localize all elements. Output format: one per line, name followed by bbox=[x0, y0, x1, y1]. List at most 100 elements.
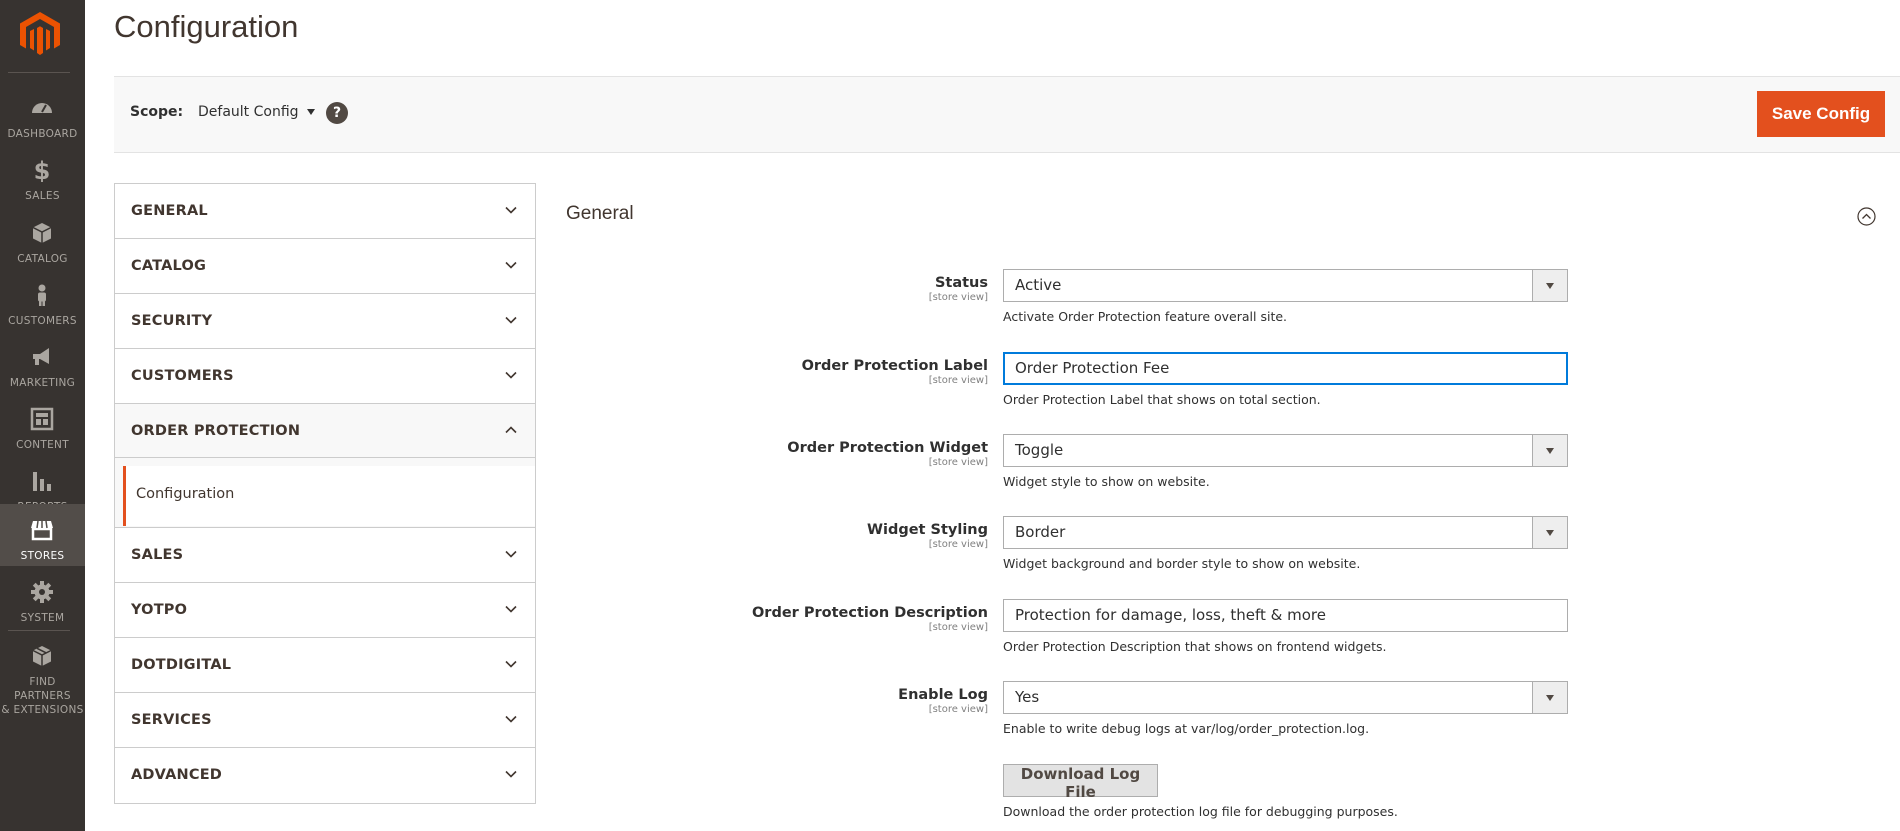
bar-chart-icon bbox=[33, 472, 51, 491]
tab-services[interactable]: SERVICES bbox=[115, 693, 535, 748]
person-icon bbox=[38, 284, 46, 306]
enable-log-select[interactable]: Yes bbox=[1003, 681, 1568, 714]
field-note: Download the order protection log file f… bbox=[1003, 804, 1398, 819]
nav-item-stores[interactable]: STORES bbox=[0, 504, 85, 566]
nav-label: CUSTOMERS bbox=[8, 315, 77, 327]
field-note: Order Protection Label that shows on tot… bbox=[1003, 392, 1321, 407]
tab-customers[interactable]: CUSTOMERS bbox=[115, 349, 535, 404]
chevron-down-icon bbox=[505, 206, 517, 214]
nav-divider bbox=[8, 630, 70, 631]
chevron-down-icon bbox=[505, 316, 517, 324]
chevron-down-icon bbox=[505, 715, 517, 723]
nav-label: CATALOG bbox=[17, 253, 68, 265]
select-arrow-icon bbox=[1532, 435, 1567, 466]
field-note: Widget background and border style to sh… bbox=[1003, 556, 1361, 571]
tab-label: CATALOG bbox=[131, 258, 207, 274]
tab-yotpo[interactable]: YOTPO bbox=[115, 583, 535, 638]
tab-label: SECURITY bbox=[131, 313, 213, 329]
scope-hint: [store view] bbox=[928, 457, 988, 468]
extensions-icon bbox=[32, 646, 52, 666]
select-arrow-icon bbox=[1532, 270, 1567, 301]
order-protection-label-input[interactable] bbox=[1015, 359, 1567, 377]
scope-hint: [store view] bbox=[928, 539, 988, 550]
order-protection-widget-select[interactable]: Toggle bbox=[1003, 434, 1568, 467]
tab-sales[interactable]: SALES bbox=[115, 528, 535, 583]
widget-styling-select[interactable]: Border bbox=[1003, 516, 1568, 549]
chevron-down-icon bbox=[505, 605, 517, 613]
download-log-file-button[interactable]: Download Log File bbox=[1003, 764, 1158, 801]
page-title: Configuration bbox=[114, 9, 299, 44]
field-note: Enable to write debug logs at var/log/or… bbox=[1003, 721, 1370, 736]
field-label: Widget Styling [store view] bbox=[866, 522, 988, 550]
chevron-down-icon bbox=[505, 660, 517, 668]
scope-label: Scope: bbox=[130, 104, 184, 120]
magento-logo-icon[interactable] bbox=[20, 12, 60, 56]
field-label: Order Protection Label [store view] bbox=[801, 358, 988, 386]
nav-item-customers[interactable]: CUSTOMERS bbox=[0, 269, 85, 331]
tab-label: SALES bbox=[131, 547, 184, 563]
tab-label: ORDER PROTECTION bbox=[131, 423, 301, 439]
nav-item-dashboard[interactable]: DASHBOARD bbox=[0, 82, 85, 144]
scope-hint: [store view] bbox=[928, 704, 988, 715]
content-icon bbox=[30, 407, 54, 431]
box-icon bbox=[32, 223, 52, 243]
nav-item-find-partners[interactable]: FIND PARTNERS & EXTENSIONS bbox=[0, 641, 85, 716]
field-label: Order Protection Description [store view… bbox=[751, 605, 988, 633]
section-title: General bbox=[566, 203, 634, 224]
tab-label: GENERAL bbox=[131, 203, 208, 219]
scope-hint: [store view] bbox=[928, 622, 988, 633]
nav-label: SALES bbox=[25, 190, 60, 202]
megaphone-icon bbox=[33, 348, 49, 365]
gear-icon bbox=[31, 581, 53, 603]
tab-security[interactable]: SECURITY bbox=[115, 294, 535, 349]
scope-switcher[interactable]: Default Config bbox=[198, 104, 315, 120]
tab-order-protection[interactable]: ORDER PROTECTION bbox=[115, 404, 535, 458]
nav-item-sales[interactable]: $ SALES bbox=[0, 144, 85, 206]
nav-divider bbox=[8, 72, 70, 73]
field-note: Activate Order Protection feature overal… bbox=[1003, 309, 1288, 324]
store-icon bbox=[31, 520, 53, 541]
tab-order-protection-items: Configuration bbox=[115, 458, 535, 528]
chevron-down-icon bbox=[505, 770, 517, 778]
collapse-section-icon[interactable] bbox=[1857, 207, 1876, 226]
nav-label: SYSTEM bbox=[20, 612, 65, 624]
status-select[interactable]: Active bbox=[1003, 269, 1568, 302]
tab-general[interactable]: GENERAL bbox=[115, 184, 535, 239]
nav-label: STORES bbox=[20, 550, 65, 562]
tab-catalog[interactable]: CATALOG bbox=[115, 239, 535, 294]
nav-item-catalog[interactable]: CATALOG bbox=[0, 207, 85, 269]
field-label: Status [store view] bbox=[928, 275, 988, 303]
tab-label: ADVANCED bbox=[131, 767, 223, 783]
tab-label: CUSTOMERS bbox=[131, 368, 234, 384]
tab-label: DOTDIGITAL bbox=[131, 657, 232, 673]
chevron-down-icon bbox=[505, 550, 517, 558]
order-protection-description-input-wrap bbox=[1003, 599, 1568, 632]
nav-label: DASHBOARD bbox=[7, 128, 78, 140]
nav-item-system[interactable]: SYSTEM bbox=[0, 566, 85, 628]
nav-label: MARKETING bbox=[9, 377, 76, 389]
nav-item-marketing[interactable]: MARKETING bbox=[0, 331, 85, 393]
scope-hint: [store view] bbox=[928, 375, 988, 386]
field-note: Order Protection Description that shows … bbox=[1003, 639, 1387, 654]
nav-label: CONTENT bbox=[16, 439, 69, 451]
dollar-icon: $ bbox=[34, 158, 51, 182]
help-icon[interactable]: ? bbox=[326, 102, 348, 124]
chevron-down-icon bbox=[505, 371, 517, 379]
scope-toolbar: Scope: Default Config ? Save Config bbox=[114, 76, 1900, 153]
select-arrow-icon bbox=[1532, 682, 1567, 713]
save-config-button[interactable]: Save Config bbox=[1757, 91, 1885, 137]
tab-label: YOTPO bbox=[131, 602, 188, 618]
tab-label: SERVICES bbox=[131, 712, 212, 728]
field-label: Enable Log [store view] bbox=[898, 687, 988, 715]
nav-item-content[interactable]: CONTENT bbox=[0, 393, 85, 455]
subtab-configuration[interactable]: Configuration bbox=[123, 466, 535, 526]
order-protection-description-input[interactable] bbox=[1015, 606, 1567, 624]
scope-value: Default Config bbox=[198, 104, 299, 120]
caret-down-icon bbox=[306, 109, 315, 115]
nav-label: FIND PARTNERS & EXTENSIONS bbox=[1, 676, 84, 716]
svg-text:$: $ bbox=[34, 158, 51, 182]
tab-dotdigital[interactable]: DOTDIGITAL bbox=[115, 638, 535, 693]
admin-sidebar: DASHBOARD $ SALES CATALOG CUSTOMERS MARK… bbox=[0, 0, 85, 831]
tab-advanced[interactable]: ADVANCED bbox=[115, 748, 535, 803]
config-tabs: GENERAL CATALOG SECURITY CUSTOMERS ORDER… bbox=[114, 183, 536, 804]
